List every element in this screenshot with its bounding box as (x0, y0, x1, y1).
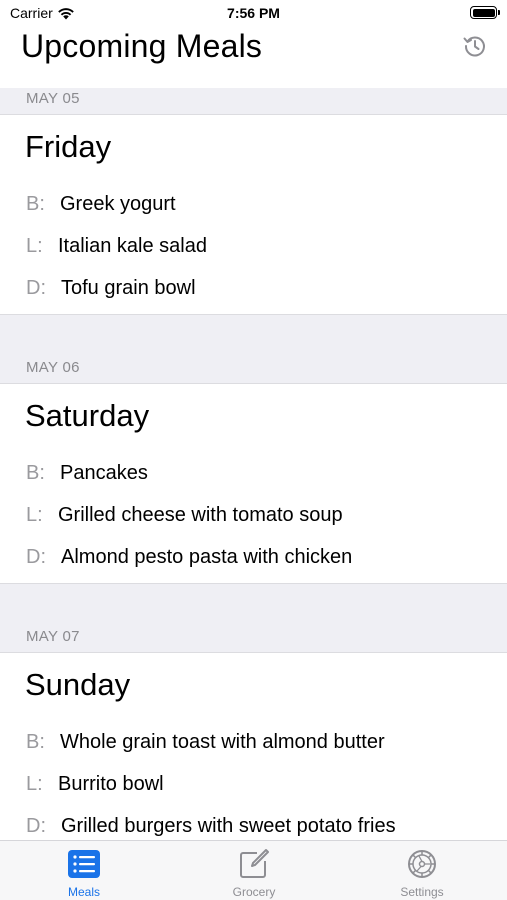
section-header: MAY 05 (0, 88, 507, 115)
battery-icon (470, 6, 500, 19)
meal-label: D: (26, 546, 46, 568)
meal-name: Tofu grain bowl (61, 277, 196, 299)
meal-name: Almond pesto pasta with chicken (61, 546, 353, 568)
meal-label: B: (26, 731, 45, 753)
gear-icon (408, 850, 436, 878)
meal-name: Whole grain toast with almond butter (60, 731, 385, 753)
list-icon (68, 850, 100, 878)
meal-row: L: Italian kale salad (26, 235, 207, 258)
meal-row: D: Almond pesto pasta with chicken (26, 546, 352, 569)
meal-row: L: Grilled cheese with tomato soup (26, 504, 343, 527)
day-title: Saturday (25, 398, 150, 433)
meal-label: L: (26, 773, 43, 795)
tab-label: Settings (400, 885, 444, 899)
meal-row: L: Burrito bowl (26, 773, 164, 796)
meal-name: Pancakes (60, 462, 148, 484)
meal-label: D: (26, 277, 46, 299)
history-icon (463, 36, 485, 57)
day-card[interactable]: Friday B: Greek yogurt L: Italian kale s… (0, 115, 507, 314)
tab-meals[interactable]: Meals (24, 847, 144, 899)
status-time: 7:56 PM (227, 5, 280, 21)
meal-name: Grilled burgers with sweet potato fries (61, 815, 396, 837)
meal-name: Burrito bowl (58, 773, 164, 795)
status-bar: Carrier 7:56 PM (0, 0, 507, 26)
meal-label: B: (26, 193, 45, 215)
day-title: Friday (25, 129, 112, 164)
section-date: MAY 07 (26, 628, 80, 645)
tab-label: Meals (67, 885, 100, 899)
section-header: MAY 06 (0, 314, 507, 384)
meal-name: Italian kale salad (58, 235, 207, 257)
section-date: MAY 05 (26, 90, 80, 107)
section-date: MAY 06 (26, 359, 80, 376)
meal-row: B: Pancakes (26, 462, 148, 485)
section-header: MAY 07 (0, 583, 507, 653)
meal-label: D: (26, 815, 46, 837)
compose-icon (240, 849, 269, 878)
meal-row: D: Tofu grain bowl (26, 277, 196, 300)
nav-header: Upcoming Meals (0, 26, 507, 88)
meal-name: Grilled cheese with tomato soup (58, 504, 343, 526)
meal-row: B: Whole grain toast with almond butter (26, 731, 385, 754)
meal-row: D: Grilled burgers with sweet potato fri… (26, 815, 396, 838)
page-title: Upcoming Meals (21, 28, 263, 64)
meal-label: B: (26, 462, 45, 484)
day-card[interactable]: Sunday B: Whole grain toast with almond … (0, 653, 507, 840)
tab-label: Grocery (232, 885, 276, 899)
tab-settings[interactable]: Settings (362, 847, 482, 899)
tab-grocery[interactable]: Grocery (194, 847, 314, 899)
history-button[interactable] (461, 32, 489, 60)
meal-name: Greek yogurt (60, 193, 176, 215)
day-title: Sunday (25, 667, 131, 702)
tab-bar: Meals Grocery Settings (0, 840, 507, 900)
meal-list[interactable]: MAY 05 Friday B: Greek yogurt L: Italian… (0, 88, 507, 840)
meal-label: L: (26, 504, 43, 526)
day-card[interactable]: Saturday B: Pancakes L: Grilled cheese w… (0, 384, 507, 583)
meal-row: B: Greek yogurt (26, 193, 176, 216)
meal-label: L: (26, 235, 43, 257)
